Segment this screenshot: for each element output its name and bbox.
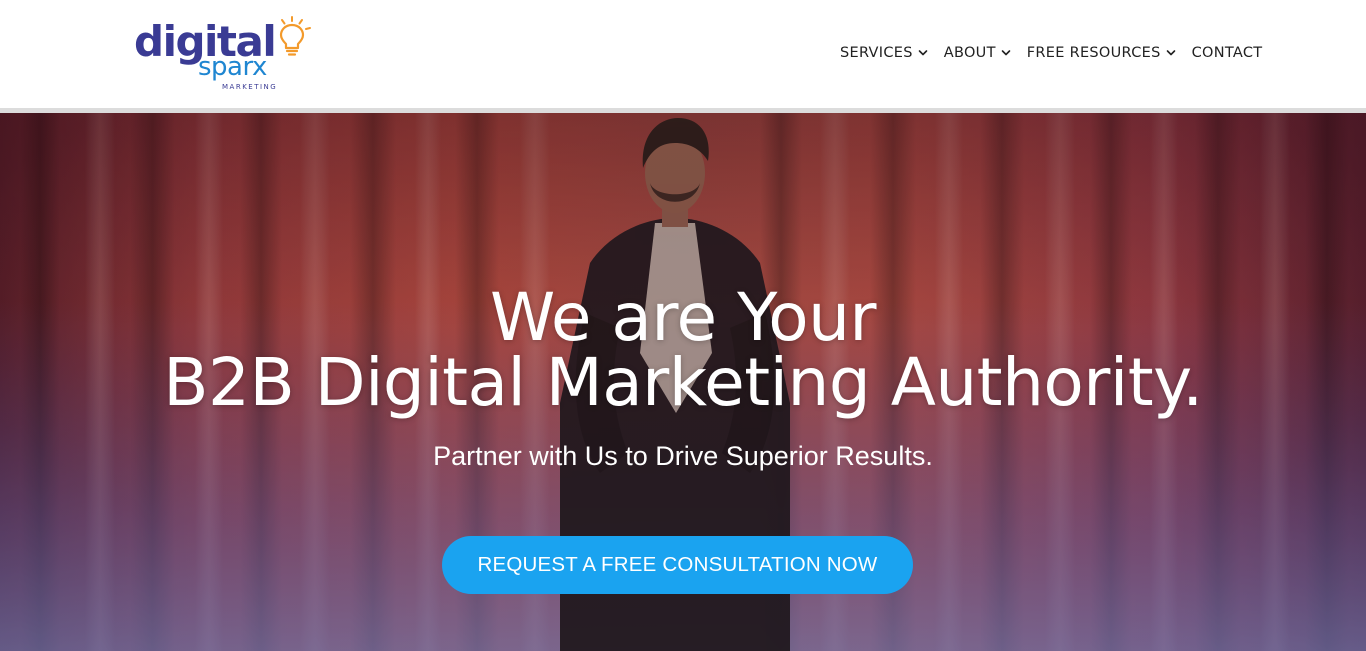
hero-subtitle: Partner with Us to Drive Superior Result… bbox=[433, 441, 933, 471]
main-nav: SERVICES ABOUT FREE RESOURCES CONTACT bbox=[840, 40, 1262, 66]
hero-title-line-1: We are Your bbox=[489, 279, 877, 356]
chevron-down-icon bbox=[1001, 50, 1011, 56]
site-logo[interactable]: digital sparx MARKETING bbox=[134, 14, 314, 94]
nav-label: FREE RESOURCES bbox=[1026, 45, 1161, 61]
hero-section: We are Your B2B Digital Marketing Author… bbox=[0, 113, 1366, 651]
nav-label: SERVICES bbox=[840, 45, 913, 61]
chevron-down-icon bbox=[918, 50, 928, 56]
site-header: digital sparx MARKETING SERVICES ABOUT F… bbox=[0, 0, 1366, 108]
hero-title-line-2: B2B Digital Marketing Authority. bbox=[163, 344, 1203, 421]
lightbulb-icon bbox=[279, 16, 311, 56]
nav-item-about[interactable]: ABOUT bbox=[944, 45, 1011, 61]
nav-item-free-resources[interactable]: FREE RESOURCES bbox=[1027, 45, 1176, 61]
chevron-down-icon bbox=[1166, 50, 1175, 56]
logo-text-marketing: MARKETING bbox=[222, 83, 278, 91]
nav-item-contact[interactable]: CONTACT bbox=[1192, 45, 1263, 61]
nav-label: ABOUT bbox=[943, 45, 996, 61]
nav-item-services[interactable]: SERVICES bbox=[840, 45, 928, 61]
nav-label: CONTACT bbox=[1191, 45, 1263, 61]
request-consultation-button[interactable]: REQUEST A FREE CONSULTATION NOW bbox=[442, 536, 913, 594]
logo-text-sparx: sparx bbox=[198, 52, 267, 82]
